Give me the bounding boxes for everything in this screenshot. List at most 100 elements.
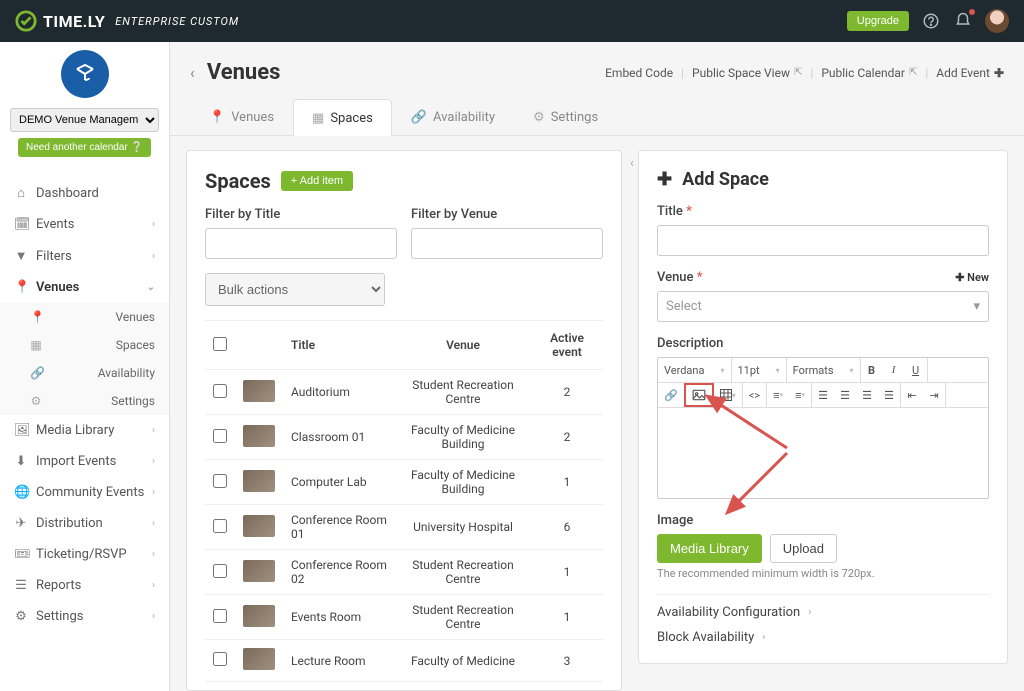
- send-icon: ✈: [14, 516, 28, 531]
- add-space-title: Add Space: [682, 169, 769, 190]
- nav-item-filters[interactable]: ▼Filters›: [0, 240, 169, 272]
- align-right-button[interactable]: ☰: [856, 383, 878, 407]
- row-active: 2: [531, 415, 603, 460]
- subnav-item-venues[interactable]: 📍Venues: [0, 303, 169, 331]
- formats-select[interactable]: Formats▾: [787, 358, 860, 382]
- underline-button[interactable]: U: [905, 358, 927, 382]
- nav-item-community-events[interactable]: 🌐Community Events›: [0, 477, 169, 508]
- row-checkbox[interactable]: [213, 564, 227, 578]
- tab-spaces[interactable]: ▦Spaces: [293, 99, 392, 136]
- calendar-select[interactable]: DEMO Venue Managemen: [10, 108, 159, 132]
- upload-button[interactable]: Upload: [770, 534, 837, 563]
- space-thumbnail: [243, 380, 275, 402]
- header-action-public-calendar[interactable]: Public Calendar⇱: [821, 66, 917, 80]
- logo-icon: [15, 10, 37, 32]
- row-title: Lecture Room: [283, 640, 395, 682]
- row-venue: Faculty of Medicine Building: [395, 460, 531, 505]
- pin-icon: 📍: [14, 280, 28, 295]
- nav-item-venues[interactable]: 📍Venues⌄: [0, 272, 169, 303]
- col-title: Title: [283, 321, 395, 370]
- home-icon: ⌂: [14, 185, 28, 201]
- row-checkbox[interactable]: [213, 519, 227, 533]
- row-checkbox[interactable]: [213, 429, 227, 443]
- user-avatar[interactable]: [985, 9, 1009, 33]
- bold-button[interactable]: B: [861, 358, 883, 382]
- need-calendar-button[interactable]: Need another calendar ❔: [18, 138, 151, 157]
- title-input[interactable]: [657, 225, 989, 256]
- tab-settings[interactable]: ⚙Settings: [514, 99, 617, 135]
- filter-title-label: Filter by Title: [205, 207, 397, 222]
- select-all-checkbox[interactable]: [213, 337, 227, 351]
- bulk-actions-select[interactable]: Bulk actions: [205, 273, 385, 306]
- table-row[interactable]: Conference Room 02 Student Recreation Ce…: [205, 550, 603, 595]
- nav-item-distribution[interactable]: ✈Distribution›: [0, 508, 169, 539]
- space-thumbnail: [243, 560, 275, 582]
- subnav-item-settings[interactable]: ⚙Settings: [0, 387, 169, 415]
- subnav-item-availability[interactable]: 🔗Availability: [0, 359, 169, 387]
- subnav-item-spaces[interactable]: ▦Spaces: [0, 331, 169, 359]
- field-image-label: Image: [657, 513, 989, 528]
- support-icon[interactable]: [921, 11, 941, 31]
- table-row[interactable]: Auditorium Student Recreation Centre 2: [205, 370, 603, 415]
- nav-item-settings[interactable]: ⚙Settings›: [0, 601, 169, 632]
- row-title: Conference Room 01: [283, 505, 395, 550]
- nav-item-media-library[interactable]: 🖼Media Library›: [0, 415, 169, 446]
- filter-venue-input[interactable]: [411, 228, 603, 259]
- header-action-add-event[interactable]: Add Event✚: [936, 66, 1004, 80]
- collapse-panel-button[interactable]: ‹: [625, 151, 639, 175]
- nav-item-dashboard[interactable]: ⌂Dashboard: [0, 177, 169, 209]
- new-venue-button[interactable]: ✚ New: [955, 271, 989, 284]
- row-title: Events Room: [283, 595, 395, 640]
- list-icon: ☰: [14, 578, 28, 593]
- numbered-list-button[interactable]: ≡ ▾: [767, 383, 789, 407]
- add-item-button[interactable]: Add item: [281, 171, 353, 191]
- table-button[interactable]: ▾: [714, 383, 742, 407]
- table-row[interactable]: Lecture Room Faculty of Medicine 3: [205, 640, 603, 682]
- table-row[interactable]: Classroom 01 Faculty of Medicine Buildin…: [205, 415, 603, 460]
- outdent-button[interactable]: ⇤: [901, 383, 923, 407]
- header-action-embed-code[interactable]: Embed Code: [601, 66, 673, 80]
- source-code-button[interactable]: <>: [743, 383, 766, 407]
- block-availability-row[interactable]: Block Availability›: [657, 630, 989, 655]
- align-center-button[interactable]: ☰: [834, 383, 856, 407]
- row-checkbox[interactable]: [213, 474, 227, 488]
- nav-item-reports[interactable]: ☰Reports›: [0, 570, 169, 601]
- notifications-icon[interactable]: [953, 11, 973, 31]
- row-active: 6: [531, 505, 603, 550]
- table-row[interactable]: Conference Room 01 University Hospital 6: [205, 505, 603, 550]
- table-row[interactable]: Events Room Student Recreation Centre 1: [205, 595, 603, 640]
- col-active: Active event: [531, 321, 603, 370]
- link-button[interactable]: 🔗: [658, 383, 684, 407]
- upgrade-button[interactable]: Upgrade: [847, 11, 909, 31]
- align-justify-button[interactable]: ☰: [878, 383, 900, 407]
- row-checkbox[interactable]: [213, 384, 227, 398]
- globe-icon: 🌐: [14, 485, 28, 500]
- header-action-public-space-view[interactable]: Public Space View⇱: [692, 66, 802, 80]
- media-library-button[interactable]: Media Library: [657, 534, 762, 563]
- row-checkbox[interactable]: [213, 609, 227, 623]
- table-row[interactable]: Computer Lab Faculty of Medicine Buildin…: [205, 460, 603, 505]
- nav-item-events[interactable]: 🗓Events›: [0, 209, 169, 240]
- font-size-select[interactable]: 11pt▾: [732, 358, 786, 382]
- nav-item-import-events[interactable]: ⬇Import Events›: [0, 446, 169, 477]
- row-checkbox[interactable]: [213, 652, 227, 666]
- filter-venue-label: Filter by Venue: [411, 207, 603, 222]
- tab-venues[interactable]: 📍Venues: [190, 99, 293, 135]
- bullet-list-button[interactable]: ≡ ▾: [789, 383, 811, 407]
- back-button[interactable]: ‹: [190, 63, 195, 82]
- font-family-select[interactable]: Verdana▾: [658, 358, 731, 382]
- italic-button[interactable]: I: [883, 358, 905, 382]
- availability-config-row[interactable]: Availability Configuration›: [657, 594, 989, 630]
- align-left-button[interactable]: ☰: [812, 383, 834, 407]
- tab-availability[interactable]: 🔗Availability: [392, 99, 514, 135]
- gear-icon: ⚙: [533, 110, 545, 125]
- editor-body[interactable]: [658, 408, 988, 498]
- filter-title-input[interactable]: [205, 228, 397, 259]
- row-venue: Student Recreation Centre: [395, 595, 531, 640]
- venue-select[interactable]: Select▾: [657, 291, 989, 322]
- row-title: Conference Room 02: [283, 550, 395, 595]
- indent-button[interactable]: ⇥: [923, 383, 945, 407]
- spaces-title: Spaces: [205, 169, 271, 193]
- insert-image-button[interactable]: [684, 383, 714, 407]
- nav-item-ticketing-rsvp[interactable]: 🎟Ticketing/RSVP›: [0, 539, 169, 570]
